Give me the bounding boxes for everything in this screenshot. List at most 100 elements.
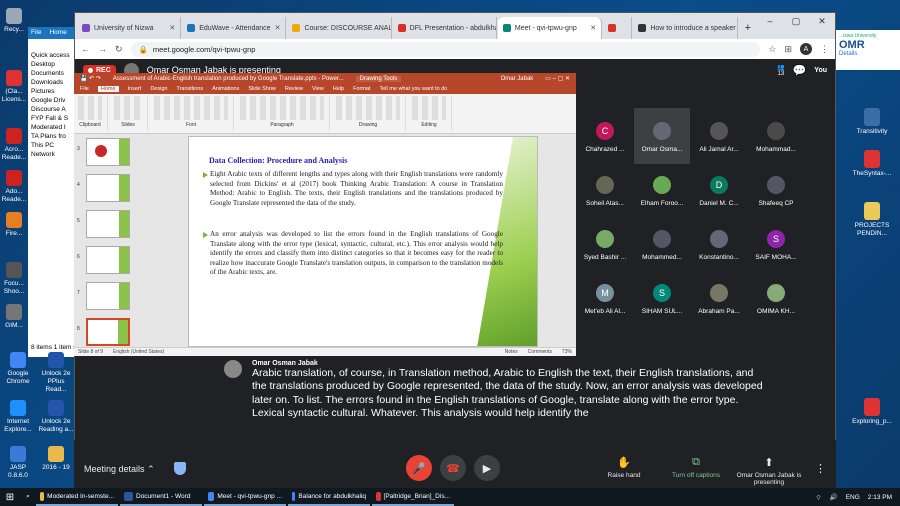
clock[interactable]: 2:13 PM bbox=[868, 494, 892, 501]
maximize-icon[interactable]: ▢ bbox=[783, 13, 809, 29]
explorer-nav-item[interactable]: This PC bbox=[28, 141, 76, 150]
desktop-icon[interactable]: PROJECTS PENDIN... bbox=[848, 202, 896, 238]
browser-tab[interactable]: EduWave - Attendance ✕ bbox=[182, 17, 287, 39]
minimize-icon[interactable]: – bbox=[757, 13, 783, 29]
slide-thumbnail[interactable] bbox=[86, 318, 130, 346]
explorer-home-tab[interactable]: Home bbox=[49, 29, 66, 37]
back-icon[interactable]: ← bbox=[81, 44, 90, 54]
taskbar-item[interactable]: [Paltridge_Brian]_Dis... bbox=[372, 488, 454, 506]
ppt-tab[interactable]: File bbox=[80, 86, 89, 92]
chat-icon[interactable]: 💬 bbox=[793, 64, 807, 77]
participant-tile[interactable]: S SIHAM SUL... bbox=[634, 270, 690, 326]
taskbar-item[interactable]: Document1 - Word bbox=[120, 488, 202, 506]
ppt-tab[interactable]: Help bbox=[333, 86, 344, 92]
desktop-icon[interactable]: GIM... bbox=[0, 304, 28, 330]
desktop-icon[interactable]: 2016 - 19 bbox=[38, 446, 74, 472]
close-icon[interactable]: ✕ bbox=[809, 13, 835, 29]
ribbon-group[interactable]: Slides bbox=[114, 96, 148, 131]
browser-tab[interactable]: Course: DISCOURSE ANALYSIS✕ bbox=[287, 17, 392, 39]
explorer-nav-item[interactable]: Network bbox=[28, 150, 76, 159]
desktop-icon[interactable]: Ado... Reade... bbox=[0, 170, 28, 204]
meeting-details-button[interactable]: Meeting details ⌃ bbox=[84, 464, 155, 475]
explorer-nav-item[interactable]: Documents bbox=[28, 69, 76, 78]
slide-title[interactable]: Data Collection: Procedure and Analysis bbox=[209, 156, 347, 165]
menu-icon[interactable]: ⋮ bbox=[820, 44, 829, 55]
presenting-button[interactable]: ⬆ Omar Osman Jabak is presenting bbox=[734, 456, 804, 486]
browser-tab[interactable] bbox=[603, 17, 633, 39]
taskbar-item[interactable]: Moderated In-semste... bbox=[36, 488, 118, 506]
slide-thumbnail[interactable] bbox=[86, 138, 130, 166]
wifi-icon[interactable]: ⌔ bbox=[815, 493, 821, 502]
participant-tile[interactable]: Elham Foroo... bbox=[634, 162, 690, 218]
browser-tab[interactable]: DFL Presentation - abdulkhaliq...✕ bbox=[392, 17, 497, 39]
desktop-icon[interactable]: (Cla... Licens... bbox=[0, 70, 28, 104]
comments-button[interactable]: Comments bbox=[528, 349, 552, 355]
explorer-nav-item[interactable]: Quick access bbox=[28, 51, 76, 60]
slide-thumbnail[interactable] bbox=[86, 210, 130, 238]
browser-tab[interactable]: University of Nizwa ✕ bbox=[77, 17, 182, 39]
taskbar-item[interactable]: Balance for abdulkhaliq bbox=[288, 488, 370, 506]
notes-button[interactable]: Notes bbox=[505, 349, 518, 355]
star-icon[interactable]: ☆ bbox=[768, 44, 776, 55]
participant-tile[interactable]: OMIMA KH... bbox=[748, 270, 804, 326]
mic-off-button[interactable]: 🎤 bbox=[406, 455, 432, 481]
desktop-icon[interactable]: Google Chrome bbox=[0, 352, 36, 386]
slide-thumbnail[interactable] bbox=[86, 282, 130, 310]
people-button[interactable]: 👥 13 bbox=[777, 64, 784, 77]
participant-tile[interactable]: Mohammad... bbox=[748, 108, 804, 164]
tab-close-icon[interactable]: ✕ bbox=[590, 24, 596, 32]
ppt-tab[interactable]: Animations bbox=[212, 86, 239, 92]
participant-tile[interactable]: Omar Osma... bbox=[634, 108, 690, 164]
ribbon-group[interactable]: Font bbox=[154, 96, 234, 131]
profile-avatar[interactable]: A bbox=[800, 43, 812, 55]
explorer-nav-item[interactable]: Moderated I bbox=[28, 123, 76, 132]
volume-icon[interactable]: 🔊 bbox=[830, 493, 838, 501]
explorer-nav-item[interactable]: Desktop bbox=[28, 60, 76, 69]
participant-tile[interactable]: C Chahrazed ... bbox=[577, 108, 633, 164]
taskbar-item[interactable]: Meet - qvi-tpwu-gnp ... bbox=[204, 488, 286, 506]
desktop-icon[interactable]: Acro... Reade... bbox=[0, 128, 28, 162]
shield-icon[interactable] bbox=[174, 462, 186, 475]
explorer-nav-item[interactable]: FYP Fall & S bbox=[28, 114, 76, 123]
browser-tab[interactable]: How to introduce a speaker —...✕ bbox=[633, 17, 738, 39]
captions-button[interactable]: ⧉ Turn off captions bbox=[666, 456, 726, 479]
desktop-icon[interactable]: Transitivity bbox=[848, 108, 896, 136]
ppt-tab[interactable]: Transitions bbox=[176, 86, 203, 92]
ribbon-group[interactable]: Editing bbox=[412, 96, 452, 131]
nizwa-details[interactable]: Details bbox=[839, 51, 897, 57]
participant-tile[interactable]: S SAIF MOHA... bbox=[748, 216, 804, 272]
forward-icon[interactable]: → bbox=[98, 44, 107, 54]
desktop-icon[interactable]: Unlock 2e PPlus Read... bbox=[38, 352, 74, 394]
camera-button[interactable]: ▶ bbox=[474, 455, 500, 481]
zoom-level[interactable]: 73% bbox=[562, 349, 572, 355]
slide-bullet-1[interactable]: Eight Arabic texts of different lengths … bbox=[203, 170, 503, 208]
slide-thumbnail[interactable] bbox=[86, 174, 130, 202]
ribbon-group[interactable]: Clipboard bbox=[78, 96, 108, 131]
ppt-tab[interactable]: Format bbox=[353, 86, 370, 92]
explorer-nav-item[interactable]: Downloads bbox=[28, 78, 76, 87]
explorer-nav-item[interactable]: Pictures bbox=[28, 87, 76, 96]
tab-close-icon[interactable]: ✕ bbox=[169, 24, 175, 32]
ppt-tab[interactable]: Slide Show bbox=[248, 86, 276, 92]
ppt-tab[interactable]: Tell me what you want to do bbox=[380, 86, 448, 92]
new-tab-icon[interactable]: + bbox=[739, 17, 757, 39]
participant-tile[interactable]: Soheil Atas... bbox=[577, 162, 633, 218]
ribbon-group[interactable]: Drawing bbox=[336, 96, 406, 131]
ribbon-group[interactable]: Paragraph bbox=[240, 96, 330, 131]
ppt-window-controls[interactable]: ▭ – ▢ ✕ bbox=[545, 75, 570, 82]
tab-close-icon[interactable]: ✕ bbox=[275, 24, 281, 32]
ppt-tab[interactable]: Review bbox=[285, 86, 303, 92]
current-slide[interactable]: Data Collection: Procedure and Analysis … bbox=[188, 136, 538, 347]
participant-tile[interactable]: Konstantino... bbox=[691, 216, 747, 272]
participant-tile[interactable]: M Met'eb Ali Al... bbox=[577, 270, 633, 326]
desktop-icon[interactable]: Exploring_p... bbox=[848, 398, 896, 426]
ppt-tab[interactable]: View bbox=[312, 86, 324, 92]
participant-tile[interactable]: Abraham Pa... bbox=[691, 270, 747, 326]
desktop-icon[interactable]: JASP 0.8.6.0 bbox=[0, 446, 36, 480]
desktop-icon[interactable]: Unlock 2e Reading a... bbox=[38, 400, 74, 434]
desktop-icon[interactable]: Fire... bbox=[0, 212, 28, 238]
participant-tile[interactable]: Syed Bashir ... bbox=[577, 216, 633, 272]
participant-tile[interactable]: Ali Jamal Ar... bbox=[691, 108, 747, 164]
ppt-tab[interactable]: Design bbox=[150, 86, 167, 92]
explorer-nav-item[interactable]: TA Plans fro bbox=[28, 132, 76, 141]
